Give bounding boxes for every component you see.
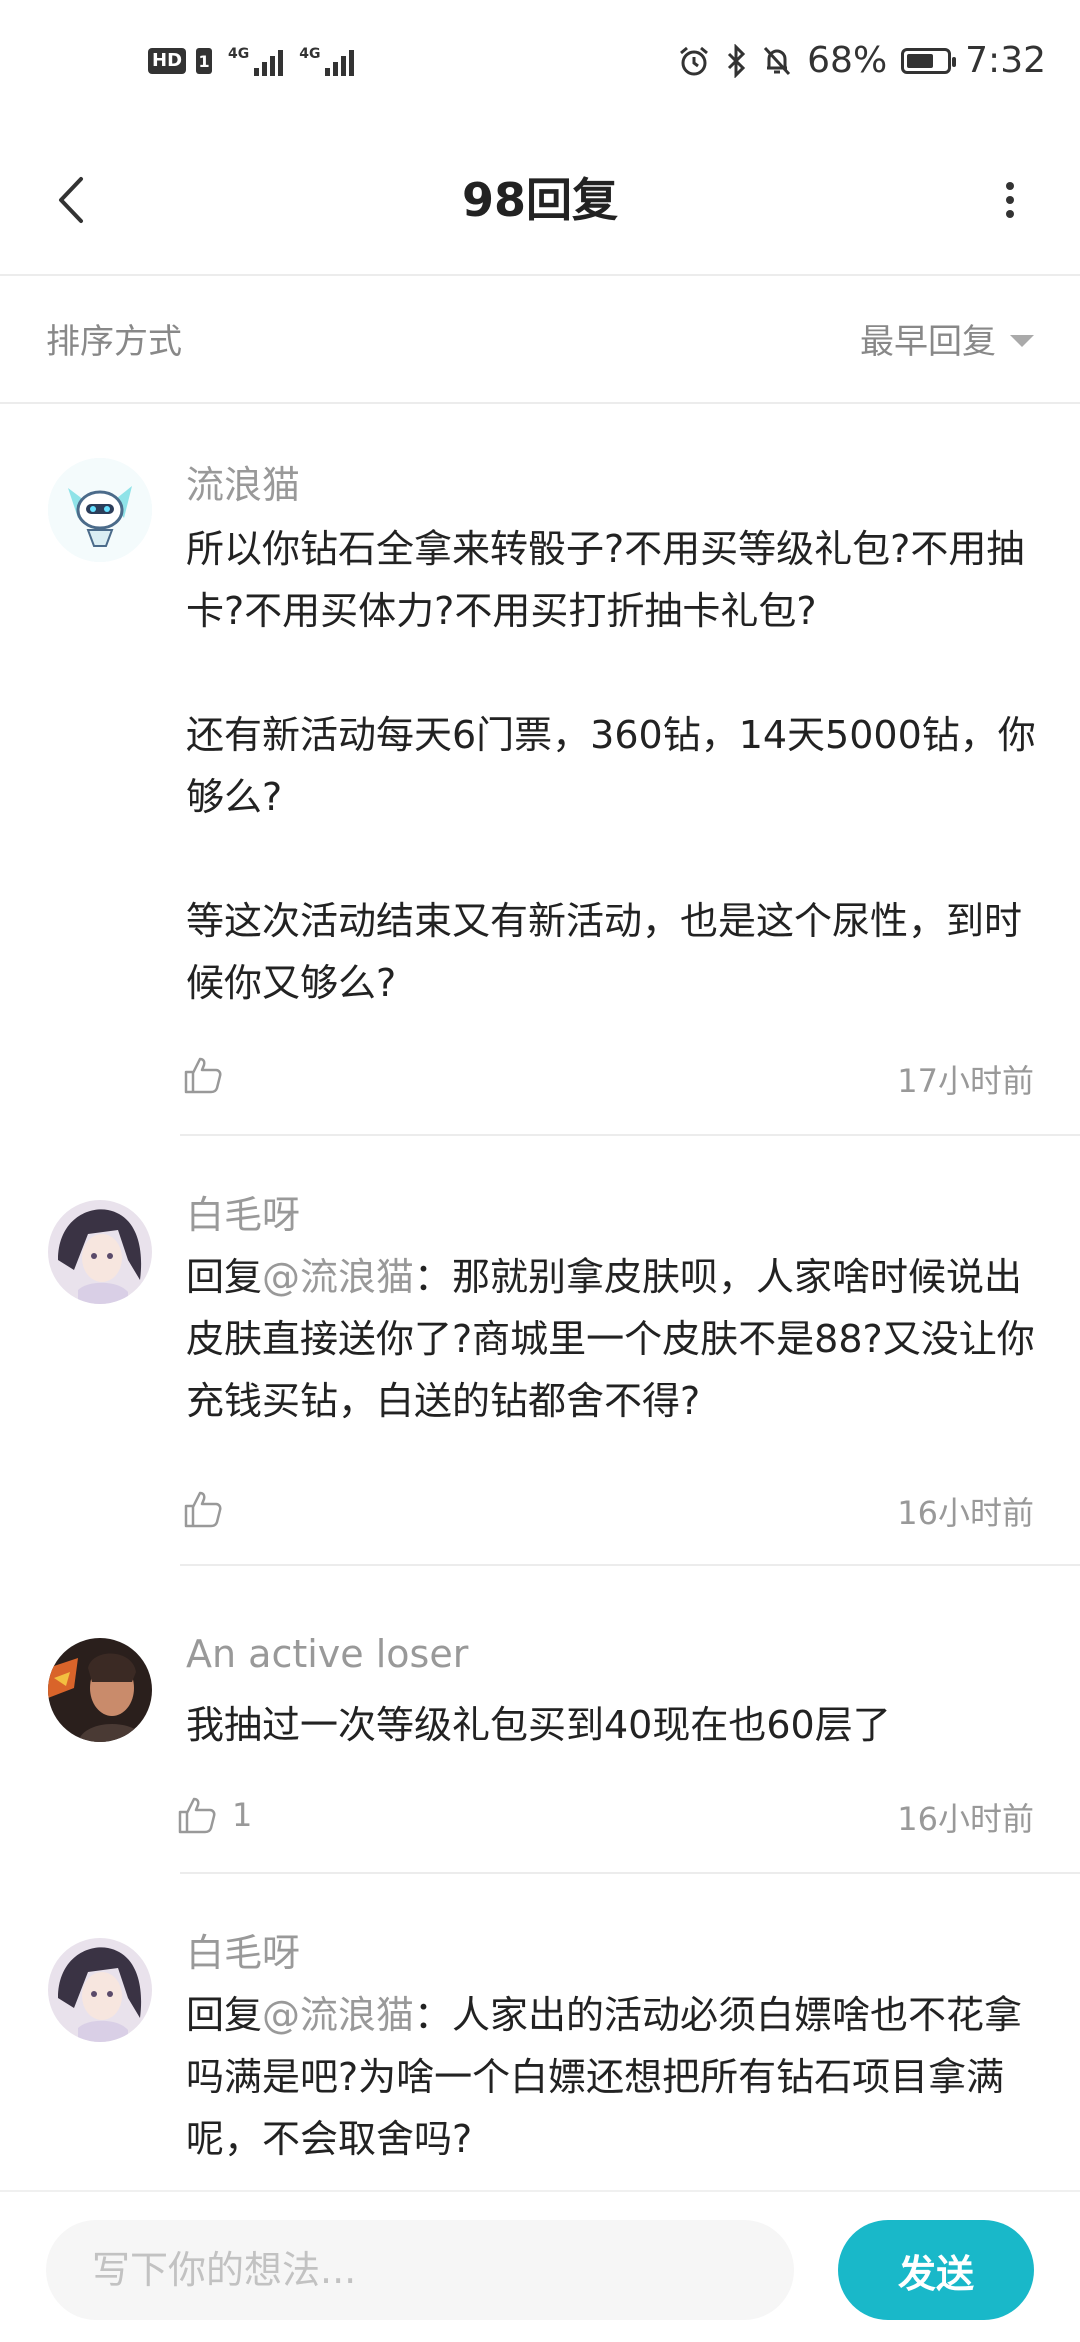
sort-label: 排序方式 — [46, 322, 182, 362]
avatar[interactable] — [48, 1638, 152, 1742]
avatar[interactable] — [48, 1200, 152, 1304]
signal-icon: 4G — [228, 46, 284, 76]
comment-time: 17小时前 — [897, 1062, 1034, 1100]
comment-composer: 发送 — [0, 2190, 1080, 2342]
comment-time: 16小时前 — [897, 1800, 1034, 1838]
mute-bell-icon — [764, 46, 791, 75]
comment-author[interactable]: 白毛呀 — [186, 1922, 300, 1977]
alarm-icon — [680, 46, 709, 75]
like-button[interactable] — [182, 1054, 238, 1096]
clock: 7:32 — [965, 40, 1046, 81]
robot-avatar-icon — [48, 458, 152, 562]
comment-author[interactable]: 白毛呀 — [186, 1184, 300, 1239]
app-header: 98回复 — [0, 130, 1080, 276]
divider — [180, 1872, 1080, 1874]
divider — [180, 1134, 1080, 1136]
anime-girl-avatar-icon — [48, 1200, 152, 1304]
like-button[interactable]: 1 — [176, 1794, 252, 1836]
sort-value: 最早回复 — [860, 322, 996, 362]
reply-prefix: 回复 — [186, 1993, 263, 2037]
comment-text: 回复@流浪猫：人家出的活动必须白嫖啥也不花拿吗满是吧?为啥一个白嫖还想把所有钻石… — [186, 1984, 1036, 2170]
network-type-2: 4G — [299, 46, 321, 62]
divider — [180, 1564, 1080, 1566]
reply-prefix: 回复 — [186, 1255, 263, 1299]
thumbs-up-icon — [184, 1057, 222, 1094]
comment-text: 回复@流浪猫：那就别拿皮肤呗，人家啥时候说出皮肤直接送你了?商城里一个皮肤不是8… — [186, 1246, 1036, 1432]
comment-text: 所以你钻石全拿来转骰子?不用买等级礼包?不用抽卡?不用买体力?不用买打折抽卡礼包… — [186, 527, 1036, 1005]
comment-input[interactable] — [46, 2220, 794, 2320]
mention-link[interactable]: @流浪猫 — [262, 1255, 414, 1299]
more-options-button[interactable] — [980, 160, 1040, 240]
comment-author[interactable]: 流浪猫 — [186, 454, 300, 509]
battery-percent: 68% — [807, 40, 888, 81]
status-left: HD 1 4G 4G — [148, 46, 355, 76]
more-vertical-icon — [1006, 182, 1014, 218]
signal-icon-2: 4G — [299, 46, 355, 76]
network-type-1: 4G — [228, 46, 250, 62]
send-button[interactable]: 发送 — [838, 2220, 1034, 2320]
anime-girl-avatar-icon — [48, 1938, 152, 2042]
battery-icon — [901, 47, 957, 74]
dropdown-arrow-icon — [1010, 334, 1034, 347]
thumbs-up-icon — [178, 1797, 216, 1834]
bluetooth-icon — [728, 43, 746, 78]
hd-badge: HD — [148, 48, 187, 74]
status-right: 68% 7:32 — [677, 40, 1046, 81]
comment-author[interactable]: An active loser — [186, 1632, 468, 1676]
sort-dropdown[interactable]: 最早回复 — [860, 314, 1034, 363]
sim-badge: 1 — [196, 48, 213, 74]
sort-bar: 排序方式 最早回复 — [0, 276, 1080, 404]
avatar[interactable] — [48, 458, 152, 562]
like-button[interactable] — [182, 1488, 238, 1530]
man-avatar-icon — [48, 1638, 152, 1742]
mention-link[interactable]: @流浪猫 — [262, 1993, 414, 2037]
like-count: 1 — [232, 1796, 253, 1834]
avatar[interactable] — [48, 1938, 152, 2042]
comment-time: 16小时前 — [897, 1494, 1034, 1532]
comment-text: 我抽过一次等级礼包买到40现在也60层了 — [186, 1703, 891, 1747]
status-bar: HD 1 4G 4G 68% 7:32 — [0, 0, 1080, 130]
page-title: 98回复 — [461, 173, 618, 227]
thumbs-up-icon — [184, 1491, 222, 1528]
